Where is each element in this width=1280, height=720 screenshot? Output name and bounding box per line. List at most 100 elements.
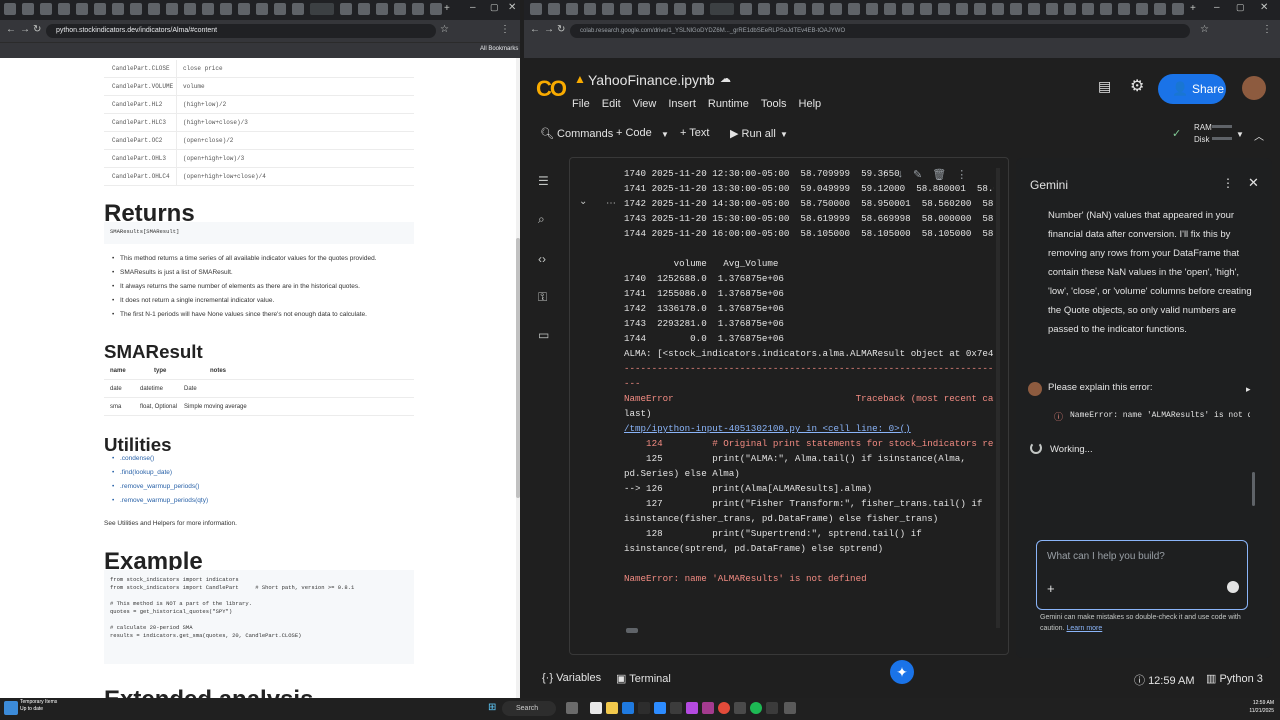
browser-tab[interactable]: [530, 3, 542, 15]
execution-time[interactable]: ⓘ 12:59 AM: [1134, 672, 1195, 688]
colab-logo[interactable]: CO: [536, 76, 567, 102]
browser-tab[interactable]: [76, 3, 88, 15]
browser-tab[interactable]: [394, 3, 406, 15]
taskbar-app-icon[interactable]: [670, 702, 682, 714]
all-bookmarks-link[interactable]: All Bookmarks: [480, 46, 518, 52]
menu-edit[interactable]: Edit: [602, 98, 621, 110]
back-icon[interactable]: ←: [530, 24, 540, 35]
url-field[interactable]: colab.research.google.com/drive/1_YSLNlG…: [570, 24, 1190, 38]
browser-tab[interactable]: [656, 3, 668, 15]
output-line[interactable]: /tmp/ipython-input-4051302100.py in <cel…: [624, 421, 994, 436]
browser-tab[interactable]: [548, 3, 560, 15]
close-window-icon[interactable]: ✕: [508, 2, 516, 13]
browser-tab[interactable]: [974, 3, 986, 15]
notebook-title[interactable]: YahooFinance.ipynb: [588, 72, 715, 88]
browser-tab[interactable]: [776, 3, 788, 15]
browser-tab[interactable]: [376, 3, 388, 15]
menu-runtime[interactable]: Runtime: [708, 98, 749, 110]
add-text-button[interactable]: + Text: [680, 127, 709, 139]
browser-tab[interactable]: [812, 3, 824, 15]
browser-tab[interactable]: [956, 3, 968, 15]
browser-tab[interactable]: [274, 3, 286, 15]
send-icon[interactable]: [1227, 581, 1239, 593]
browser-tab[interactable]: [1118, 3, 1130, 15]
browser-tab[interactable]: [220, 3, 232, 15]
menu-kebab-icon[interactable]: ⋮: [1262, 24, 1272, 35]
gemini-prompt-input[interactable]: What can I help you build? +: [1036, 540, 1248, 610]
taskbar-app-icon[interactable]: [686, 702, 698, 714]
menu-file[interactable]: File: [572, 98, 590, 110]
browser-tab[interactable]: [148, 3, 160, 15]
find-icon[interactable]: ⌕: [538, 212, 554, 226]
menu-view[interactable]: View: [633, 98, 657, 110]
browser-tab[interactable]: [902, 3, 914, 15]
chevron-down-icon[interactable]: ▼: [780, 130, 788, 139]
add-icon[interactable]: +: [1047, 581, 1055, 596]
gemini-fab-icon[interactable]: ✦: [890, 660, 914, 684]
windows-start-icon[interactable]: ⊞: [488, 702, 496, 713]
browser-tab[interactable]: [794, 3, 806, 15]
browser-tab[interactable]: [238, 3, 250, 15]
minimize-icon[interactable]: –: [1214, 2, 1220, 13]
taskbar-search[interactable]: Search: [502, 701, 556, 716]
close-icon[interactable]: ✕: [1248, 175, 1259, 191]
folder-icon[interactable]: ▭: [538, 328, 554, 342]
horizontal-scroll-thumb[interactable]: [626, 628, 638, 633]
learn-more-link[interactable]: Learn more: [1066, 625, 1102, 632]
browser-tab[interactable]: [566, 3, 578, 15]
forward-icon[interactable]: →: [20, 24, 30, 35]
menu-kebab-icon[interactable]: ⋮: [500, 24, 510, 35]
comment-icon[interactable]: ▤: [1098, 78, 1111, 95]
browser-tab[interactable]: [1154, 3, 1166, 15]
browser-tab[interactable]: [1172, 3, 1184, 15]
add-code-button[interactable]: + Code: [616, 127, 652, 139]
widget-label[interactable]: Temporary Items Up to date: [20, 699, 57, 713]
browser-tab[interactable]: [620, 3, 632, 15]
taskbar-app-icon[interactable]: [622, 702, 634, 714]
utility-link[interactable]: .remove_warmup_periods(qty): [104, 494, 414, 508]
back-icon[interactable]: ←: [6, 24, 16, 35]
maximize-icon[interactable]: ▢: [1236, 2, 1245, 13]
browser-tab[interactable]: [1136, 3, 1148, 15]
chevron-down-icon[interactable]: ▼: [661, 130, 669, 139]
gear-icon[interactable]: ⚙: [1130, 76, 1144, 96]
maximize-icon[interactable]: ▢: [490, 2, 499, 13]
reload-icon[interactable]: ↻: [33, 24, 41, 35]
browser-tab[interactable]: [412, 3, 424, 15]
run-all-button[interactable]: ▶ Run all: [730, 127, 776, 140]
browser-tab[interactable]: [758, 3, 770, 15]
cell-scrollbar[interactable]: [996, 168, 1000, 628]
taskbar-app-icon[interactable]: [750, 702, 762, 714]
browser-tab[interactable]: [602, 3, 614, 15]
toc-icon[interactable]: ☰: [538, 174, 554, 188]
menu-help[interactable]: Help: [799, 98, 822, 110]
browser-tab[interactable]: [340, 3, 352, 15]
output-more-icon[interactable]: ⋯: [606, 198, 616, 209]
collapse-icon[interactable]: ︿: [1254, 128, 1264, 143]
avatar[interactable]: [1242, 76, 1266, 100]
system-clock[interactable]: 12:59 AM 11/21/2025: [1244, 699, 1274, 715]
close-window-icon[interactable]: ✕: [1260, 2, 1268, 13]
scrollbar-thumb[interactable]: [516, 238, 520, 498]
runtime-type[interactable]: ▥ Python 3: [1206, 672, 1263, 685]
utility-link[interactable]: .find(lookup_date): [104, 466, 414, 480]
bookmark-star-icon[interactable]: ☆: [440, 24, 449, 35]
chrome-icon[interactable]: [718, 702, 730, 714]
taskbar-app-icon[interactable]: [638, 702, 650, 714]
browser-tab[interactable]: [4, 3, 16, 15]
menu-tools[interactable]: Tools: [761, 98, 787, 110]
menu-insert[interactable]: Insert: [668, 98, 696, 110]
key-icon[interactable]: ⚿: [538, 290, 554, 304]
browser-tab[interactable]: [884, 3, 896, 15]
browser-tab[interactable]: [920, 3, 932, 15]
utility-link[interactable]: .remove_warmup_periods(): [104, 480, 414, 494]
taskbar-app-icon[interactable]: [734, 702, 746, 714]
weather-icon[interactable]: [4, 701, 18, 715]
browser-tab[interactable]: [1010, 3, 1022, 15]
active-browser-tab[interactable]: [310, 3, 334, 15]
url-field[interactable]: python.stockindicators.dev/indicators/Al…: [46, 24, 436, 38]
variables-button[interactable]: {·} Variables: [542, 672, 601, 684]
taskbar-app-icon[interactable]: [766, 702, 778, 714]
browser-tab[interactable]: [202, 3, 214, 15]
gemini-scrollbar[interactable]: [1252, 472, 1255, 506]
